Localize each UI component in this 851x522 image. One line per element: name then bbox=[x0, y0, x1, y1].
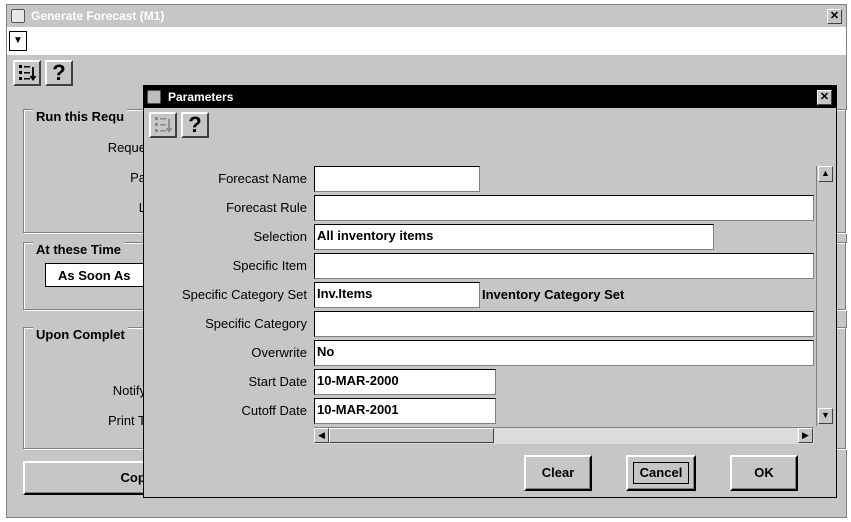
cutoff-date-label: Cutoff Date bbox=[241, 403, 307, 418]
overwrite-field[interactable]: No bbox=[314, 340, 814, 366]
forecast-rule-label: Forecast Rule bbox=[226, 200, 307, 215]
menu-row bbox=[7, 27, 846, 55]
forecast-name-label: Forecast Name bbox=[218, 171, 307, 186]
dialog-window-icon bbox=[147, 90, 161, 104]
main-close-button[interactable]: ✕ bbox=[827, 9, 842, 24]
specific-category-set-field[interactable]: Inv.Items bbox=[314, 282, 480, 308]
horizontal-scroll-thumb[interactable] bbox=[329, 428, 494, 443]
forecast-name-field[interactable] bbox=[314, 166, 480, 192]
menu-dropdown-button[interactable]: ▼ bbox=[9, 31, 27, 51]
list-icon-disabled bbox=[155, 117, 173, 134]
specific-category-set-label: Specific Category Set bbox=[181, 287, 307, 302]
scroll-right-button[interactable]: ▶ bbox=[798, 428, 813, 443]
specific-item-field[interactable] bbox=[314, 253, 814, 279]
view-list-button[interactable] bbox=[13, 60, 41, 86]
scroll-up-button[interactable]: ▲ bbox=[818, 166, 833, 182]
language-label: L bbox=[47, 198, 146, 218]
parameters-label: Pa bbox=[130, 170, 146, 185]
list-icon bbox=[19, 65, 37, 82]
window-icon bbox=[11, 9, 25, 23]
dialog-title-bar[interactable]: Parameters bbox=[144, 86, 836, 108]
vertical-scrollbar[interactable]: ▲ ▼ bbox=[816, 166, 834, 426]
main-window-title: Generate Forecast (M1) bbox=[31, 9, 165, 23]
horizontal-scrollbar[interactable]: ◀ ▶ bbox=[314, 427, 814, 444]
specific-item-label: Specific Item bbox=[232, 258, 307, 273]
scroll-down-button[interactable]: ▼ bbox=[818, 408, 833, 424]
help-button[interactable]: ? bbox=[45, 60, 73, 86]
dialog-title: Parameters bbox=[168, 90, 234, 104]
forecast-rule-field[interactable] bbox=[314, 195, 814, 221]
ok-button[interactable]: OK bbox=[730, 455, 798, 491]
scroll-left-button[interactable]: ◀ bbox=[314, 428, 329, 443]
specific-category-field[interactable] bbox=[314, 311, 814, 337]
clear-button[interactable]: Clear bbox=[524, 455, 592, 491]
start-date-field[interactable]: 10-MAR-2000 bbox=[314, 369, 496, 395]
start-date-label: Start Date bbox=[248, 374, 307, 389]
overwrite-label: Overwrite bbox=[251, 345, 307, 360]
run-request-title: Run this Requ bbox=[33, 109, 128, 125]
dialog-help-button[interactable]: ? bbox=[181, 112, 209, 138]
selection-field[interactable]: All inventory items bbox=[314, 224, 714, 250]
cancel-button[interactable]: Cancel bbox=[626, 455, 696, 491]
notify-label: Notify bbox=[112, 383, 146, 398]
selection-label: Selection bbox=[253, 229, 307, 244]
schedule-title: At these Time bbox=[33, 242, 125, 258]
specific-category-label: Specific Category bbox=[205, 316, 307, 331]
dialog-close-button[interactable]: ✕ bbox=[817, 90, 832, 105]
parameters-dialog: Parameters ✕ ? Forecast Name Forecast Ru… bbox=[143, 85, 837, 498]
dialog-list-button bbox=[149, 112, 177, 138]
request-label: Reque bbox=[107, 140, 146, 155]
main-title-bar[interactable]: Generate Forecast (M1) bbox=[7, 5, 846, 27]
completion-title: Upon Complet bbox=[33, 327, 128, 343]
category-set-description: Inventory Category Set bbox=[482, 287, 625, 302]
cutoff-date-field[interactable]: 10-MAR-2001 bbox=[314, 398, 496, 424]
print-to-label: Print T bbox=[107, 413, 146, 428]
